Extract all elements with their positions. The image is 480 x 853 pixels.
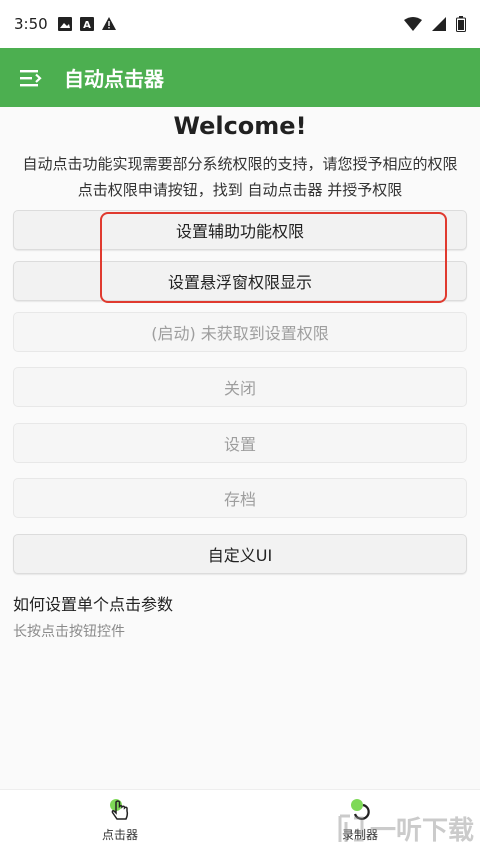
image-icon — [57, 17, 72, 31]
signal-icon — [432, 17, 446, 31]
howto-description: 长按点击按钮控件 — [13, 624, 125, 640]
welcome-heading: Welcome! — [173, 112, 307, 140]
app-bar: 自动点击器 — [0, 48, 480, 107]
status-bar: 3:50 A — [0, 0, 480, 48]
watermark-text: 一听下载 — [369, 816, 474, 846]
app-title: 自动点击器 — [64, 67, 164, 91]
custom-ui-button[interactable]: 自定义UI — [13, 534, 467, 574]
watermark: 一听下载 — [336, 810, 474, 847]
battery-icon — [456, 16, 466, 32]
tap-hand-icon — [110, 799, 129, 820]
wifi-icon — [404, 17, 422, 31]
watermark-logo-icon — [338, 814, 364, 842]
start-button[interactable]: (启动) 未获取到设置权限 — [13, 312, 467, 352]
nav-item-clicker[interactable]: 点击器 — [60, 796, 180, 843]
accessibility-permission-button[interactable]: 设置辅助功能权限 — [13, 210, 467, 250]
menu-icon[interactable] — [18, 65, 44, 91]
overlay-permission-button[interactable]: 设置悬浮窗权限显示 — [13, 261, 467, 301]
permission-description: 自动点击功能实现需要部分系统权限的支持，请您授予相应的权限 点击权限申请按钮，找… — [22, 155, 458, 199]
status-time: 3:50 — [14, 15, 48, 33]
nav-label-clicker: 点击器 — [101, 828, 138, 842]
settings-button[interactable]: 设置 — [13, 423, 467, 463]
howto-title: 如何设置单个点击参数 — [13, 595, 174, 614]
close-button[interactable]: 关闭 — [13, 367, 467, 407]
archive-button[interactable]: 存档 — [13, 478, 467, 518]
warning-icon — [101, 17, 116, 30]
svg-text:A: A — [83, 20, 91, 31]
font-icon: A — [79, 17, 94, 31]
